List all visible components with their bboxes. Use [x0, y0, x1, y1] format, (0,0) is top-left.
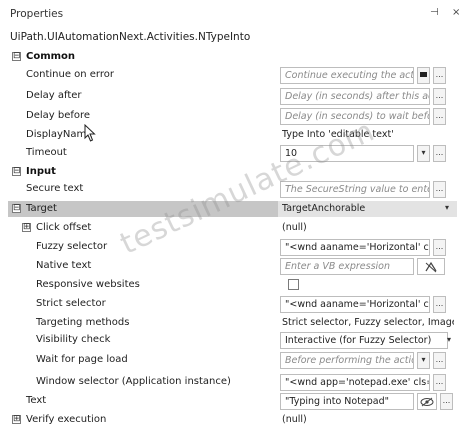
property-click-offset: ⊞ Click offset (null): [8, 220, 457, 236]
text-input[interactable]: "Typing into Notepad": [280, 393, 414, 410]
property-label: Wait for page load: [36, 354, 128, 365]
property-delay-before: Delay before Delay (in seconds) to wait …: [8, 108, 457, 125]
property-label: Targeting methods: [36, 317, 130, 328]
expression-editor-button[interactable]: [417, 67, 430, 84]
property-text: Text "Typing into Notepad" ...: [8, 393, 457, 410]
ellipsis-button[interactable]: ...: [433, 181, 446, 198]
ellipsis-button[interactable]: ...: [433, 374, 446, 391]
hide-text-icon[interactable]: [417, 393, 437, 410]
ellipsis-button[interactable]: ...: [433, 88, 446, 105]
property-label: Click offset: [36, 222, 92, 233]
property-display-name: DisplayName Type Into 'editable text': [8, 127, 457, 143]
dropdown-button[interactable]: ▾: [417, 145, 430, 162]
property-window-selector: Window selector (Application instance) "…: [8, 374, 457, 391]
property-label: Delay before: [26, 110, 91, 121]
native-text-input[interactable]: Enter a VB expression: [280, 258, 414, 275]
continue-on-error-input[interactable]: Continue executing the activiti: [280, 67, 414, 84]
delay-after-input[interactable]: Delay (in seconds) after this activit: [280, 88, 430, 105]
collapse-icon[interactable]: ⊟: [12, 52, 21, 61]
window-selector-input[interactable]: "<wnd app='notepad.exe' cls='No: [280, 374, 430, 391]
delay-before-input[interactable]: Delay (in seconds) to wait before e: [280, 108, 430, 125]
fuzzy-selector-input[interactable]: "<wnd aaname='Horizontal' cls=': [280, 239, 430, 256]
property-secure-text: Secure text The SecureString value to en…: [8, 181, 457, 198]
property-label: DisplayName: [26, 129, 93, 140]
property-native-text: Native text Enter a VB expression: [8, 258, 457, 275]
properties-panel: Properties ⊣ × UiPath.UIAutomationNext.A…: [0, 0, 474, 430]
property-label: Timeout: [26, 147, 67, 158]
chevron-down-icon[interactable]: ▾: [445, 203, 449, 212]
property-label: Text: [26, 395, 47, 406]
property-fuzzy-selector: Fuzzy selector "<wnd aaname='Horizontal'…: [8, 239, 457, 256]
mouse-cursor-icon: [84, 124, 96, 142]
verify-execution-value: (null): [282, 414, 307, 425]
property-timeout: Timeout 10 ▾ ...: [8, 145, 457, 162]
wait-for-page-load-input[interactable]: Before performing the action, wa: [280, 352, 414, 369]
ellipsis-button[interactable]: ...: [433, 67, 446, 84]
target-value[interactable]: TargetAnchorable: [282, 203, 450, 214]
ellipsis-button[interactable]: ...: [433, 239, 446, 256]
click-offset-value: (null): [282, 222, 307, 233]
panel-title: Properties: [10, 8, 64, 20]
ellipsis-button[interactable]: ...: [440, 393, 453, 410]
property-continue-on-error: Continue on error Continue executing the…: [8, 67, 457, 84]
section-common-label: Common: [26, 51, 76, 62]
timeout-input[interactable]: 10: [280, 145, 414, 162]
property-target[interactable]: ⊟ Target TargetAnchorable ▾: [8, 201, 457, 217]
ellipsis-button[interactable]: ...: [433, 108, 446, 125]
responsive-websites-checkbox[interactable]: [288, 279, 299, 290]
property-label: Secure text: [26, 183, 84, 194]
property-label: Responsive websites: [36, 279, 140, 290]
visibility-check-select[interactable]: Interactive (for Fuzzy Selector): [280, 332, 448, 349]
property-label: Native text: [36, 260, 92, 271]
property-label: Target: [26, 203, 57, 214]
strict-selector-input[interactable]: "<wnd aaname='Horizontal' cls=': [280, 296, 430, 313]
section-common[interactable]: ⊟ Common: [8, 49, 457, 65]
expand-icon[interactable]: ⊞: [22, 223, 31, 232]
ellipsis-button[interactable]: ...: [433, 296, 446, 313]
section-input[interactable]: ⊟ Input: [8, 164, 457, 180]
pin-icon[interactable]: ⊣: [430, 7, 439, 19]
property-label: Fuzzy selector: [36, 241, 108, 252]
expand-icon[interactable]: ⊞: [12, 415, 21, 424]
collapse-icon[interactable]: ⊟: [12, 167, 21, 176]
property-label: Verify execution: [26, 414, 107, 425]
property-targeting-methods: Targeting methods Strict selector, Fuzzy…: [8, 315, 457, 331]
property-label: Window selector (Application instance): [36, 376, 231, 387]
dropdown-button[interactable]: ▾: [417, 352, 430, 369]
panel-title-bar: Properties ⊣ ×: [0, 0, 474, 27]
ellipsis-button[interactable]: ...: [433, 145, 446, 162]
property-label: Continue on error: [26, 69, 114, 80]
property-label: Strict selector: [36, 298, 106, 309]
secure-text-input[interactable]: The SecureString value to enter.: [280, 181, 430, 198]
property-label: Visibility check: [36, 334, 111, 345]
close-icon[interactable]: ×: [452, 7, 460, 19]
property-verify-execution: ⊞ Verify execution (null): [8, 412, 457, 428]
targeting-methods-value[interactable]: Strict selector, Fuzzy selector, Image: [282, 317, 454, 328]
chevron-down-icon[interactable]: ▾: [447, 335, 451, 344]
property-delay-after: Delay after Delay (in seconds) after thi…: [8, 88, 457, 105]
property-visibility-check: Visibility check Interactive (for Fuzzy …: [8, 332, 457, 349]
property-label: Delay after: [26, 90, 82, 101]
activity-class-path: UiPath.UIAutomationNext.Activities.NType…: [10, 31, 251, 43]
display-name-value[interactable]: Type Into 'editable text': [282, 129, 450, 140]
section-input-label: Input: [26, 166, 56, 177]
property-wait-for-page-load: Wait for page load Before performing the…: [8, 352, 457, 369]
property-strict-selector: Strict selector "<wnd aaname='Horizontal…: [8, 296, 457, 313]
collapse-icon[interactable]: ⊟: [12, 204, 21, 213]
clear-expression-icon[interactable]: [417, 258, 445, 275]
ellipsis-button[interactable]: ...: [433, 352, 446, 369]
property-responsive-websites: Responsive websites: [8, 277, 457, 293]
